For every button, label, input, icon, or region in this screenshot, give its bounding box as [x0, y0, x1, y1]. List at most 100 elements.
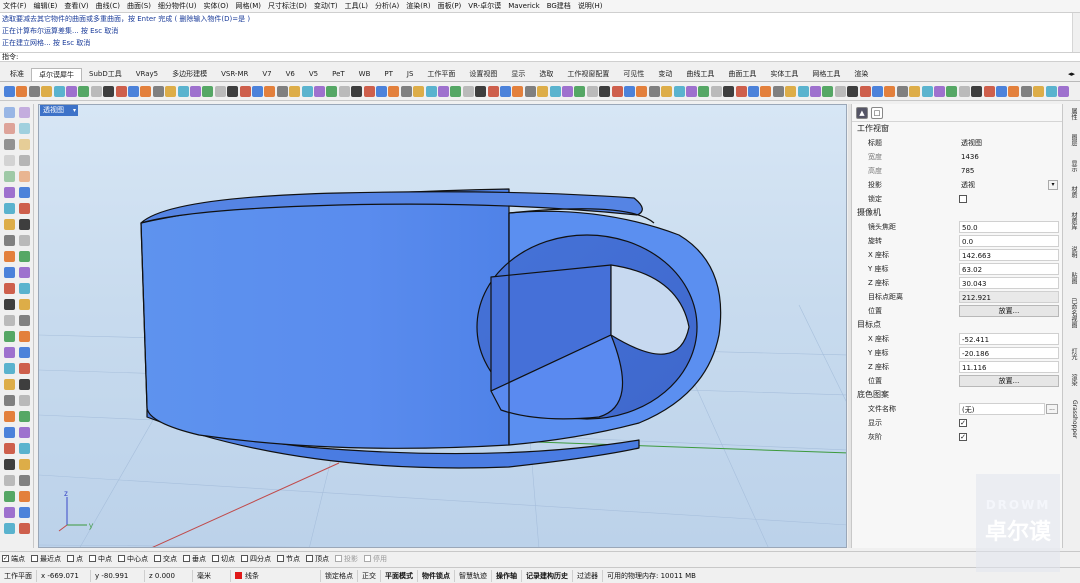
menu-item[interactable]: 渲染(R) [406, 1, 430, 11]
toolbar-tab[interactable]: 曲面工具 [721, 68, 763, 81]
left-tool-icon[interactable] [4, 219, 15, 230]
viewport-title-tab[interactable]: 透视图 ▾ [40, 105, 78, 116]
toolbar-tool-icon[interactable] [834, 86, 846, 97]
side-tab[interactable]: Grasshopper [1066, 400, 1078, 438]
left-tool-icon[interactable] [4, 491, 15, 502]
osnap-toggle[interactable]: 顶点 [306, 554, 329, 564]
toolbar-tool-icon[interactable] [983, 86, 995, 97]
toolbar-tool-icon[interactable] [537, 86, 549, 97]
toolbar-tool-icon[interactable] [611, 86, 623, 97]
toolbar-tool-icon[interactable] [140, 86, 152, 97]
left-tool-icon[interactable] [19, 491, 30, 502]
left-tool-icon[interactable] [19, 363, 30, 374]
toolbar-tool-icon[interactable] [276, 86, 288, 97]
left-tool-icon[interactable] [4, 395, 15, 406]
toolbar-tool-icon[interactable] [301, 86, 313, 97]
status-toggle[interactable]: 操作轴 [492, 569, 522, 582]
osnap-toggle[interactable]: 交点 [154, 554, 177, 564]
toolbar-tool-icon[interactable] [661, 86, 673, 97]
toolbar-tab[interactable]: 选取 [532, 68, 560, 81]
history-scrollbar[interactable] [1072, 13, 1080, 53]
toolbar-tab[interactable]: PeT [325, 68, 352, 81]
place-button[interactable]: 放置... [959, 375, 1059, 387]
toolbar-tool-icon[interactable] [673, 86, 685, 97]
toolbar-tab[interactable]: WB [352, 68, 378, 81]
toolbar-tool-icon[interactable] [500, 86, 511, 97]
left-tool-icon[interactable] [19, 347, 30, 358]
property-value[interactable]: 212.921 [959, 291, 1059, 303]
left-tool-icon[interactable] [19, 283, 30, 294]
toolbar-tab[interactable]: V7 [255, 68, 278, 81]
toolbar-tool-icon[interactable] [574, 86, 586, 97]
toolbar-tab[interactable]: V6 [279, 68, 302, 81]
toolbar-tool-icon[interactable] [710, 86, 722, 97]
toolbar-tool-icon[interactable] [487, 86, 499, 97]
units-label[interactable]: 毫米 [193, 569, 231, 582]
menu-item[interactable]: 文件(F) [3, 1, 27, 11]
toolbar-tool-icon[interactable] [66, 86, 77, 97]
left-tool-icon[interactable] [19, 395, 30, 406]
osnap-checkbox[interactable] [306, 555, 313, 562]
toolbar-tool-icon[interactable] [190, 86, 201, 97]
osnap-toggle[interactable]: 停用 [364, 554, 387, 564]
toolbar-tool-icon[interactable] [971, 86, 983, 97]
toolbar-tool-icon[interactable] [822, 86, 834, 97]
viewport-properties-icon[interactable]: □ [871, 106, 883, 119]
osnap-toggle[interactable]: 垂点 [183, 554, 206, 564]
osnap-toggle[interactable]: 切点 [212, 554, 235, 564]
left-tool-icon[interactable] [4, 331, 15, 342]
osnap-checkbox[interactable] [183, 555, 190, 562]
toolbar-tool-icon[interactable] [128, 86, 139, 97]
left-tool-icon[interactable] [19, 507, 30, 518]
left-tool-icon[interactable] [19, 379, 30, 390]
toolbar-tool-icon[interactable] [227, 86, 239, 97]
toolbar-tool-icon[interactable] [115, 86, 127, 97]
toolbar-tab[interactable]: 可见性 [616, 68, 651, 81]
toolbar-tool-icon[interactable] [1033, 86, 1045, 97]
property-value[interactable]: 11.116 [959, 361, 1059, 373]
toolbar-tab[interactable]: 变动 [651, 68, 679, 81]
toolbar-tool-icon[interactable] [450, 86, 462, 97]
left-tool-icon[interactable] [4, 187, 15, 198]
left-tool-icon[interactable] [4, 443, 15, 454]
toolbar-tool-icon[interactable] [326, 86, 338, 97]
left-tool-icon[interactable] [19, 123, 30, 134]
left-tool-icon[interactable] [19, 107, 30, 118]
toolbar-tool-icon[interactable] [4, 86, 15, 97]
property-checkbox[interactable]: ✓ [959, 433, 967, 441]
toolbar-tool-icon[interactable] [289, 86, 301, 97]
toolbar-tool-icon[interactable] [425, 86, 437, 97]
toolbar-tool-icon[interactable] [252, 86, 263, 97]
menu-item[interactable]: 工具(L) [345, 1, 368, 11]
status-toggle[interactable]: 物件锁点 [418, 569, 455, 582]
toolbar-tool-icon[interactable] [438, 86, 449, 97]
osnap-checkbox[interactable] [31, 555, 38, 562]
toolbar-tool-icon[interactable] [475, 86, 487, 97]
left-tool-icon[interactable] [19, 411, 30, 422]
toolbar-tool-icon[interactable] [847, 86, 859, 97]
toolbar-tab[interactable]: 曲线工具 [679, 68, 721, 81]
left-tool-icon[interactable] [19, 475, 30, 486]
left-tool-icon[interactable] [19, 139, 30, 150]
toolbar-tool-icon[interactable] [636, 86, 648, 97]
toolbar-tab[interactable]: PT [377, 68, 400, 81]
property-value[interactable]: -20.186 [959, 347, 1059, 359]
toolbar-tab[interactable]: 标准 [3, 68, 31, 81]
left-tool-icon[interactable] [4, 123, 15, 134]
toolbar-tool-icon[interactable] [946, 86, 958, 97]
toolbar-tool-icon[interactable] [785, 86, 797, 97]
toolbar-tool-icon[interactable] [760, 86, 772, 97]
toolbar-tool-icon[interactable] [884, 86, 896, 97]
toolbar-tab[interactable]: V5 [302, 68, 325, 81]
toolbar-tool-icon[interactable] [1008, 86, 1020, 97]
menu-item[interactable]: Maverick [508, 2, 540, 10]
left-tool-icon[interactable] [19, 171, 30, 182]
left-tool-icon[interactable] [4, 171, 15, 182]
toolbar-tool-icon[interactable] [338, 86, 350, 97]
toolbar-tab[interactable]: 多边形建模 [165, 68, 214, 81]
side-tab[interactable]: 贴图 [1066, 272, 1078, 284]
toolbar-tool-icon[interactable] [28, 86, 40, 97]
layer-selector[interactable]: 线条 [231, 569, 321, 582]
toolbar-tab[interactable]: JS [400, 68, 421, 81]
toolbar-tool-icon[interactable] [462, 86, 474, 97]
